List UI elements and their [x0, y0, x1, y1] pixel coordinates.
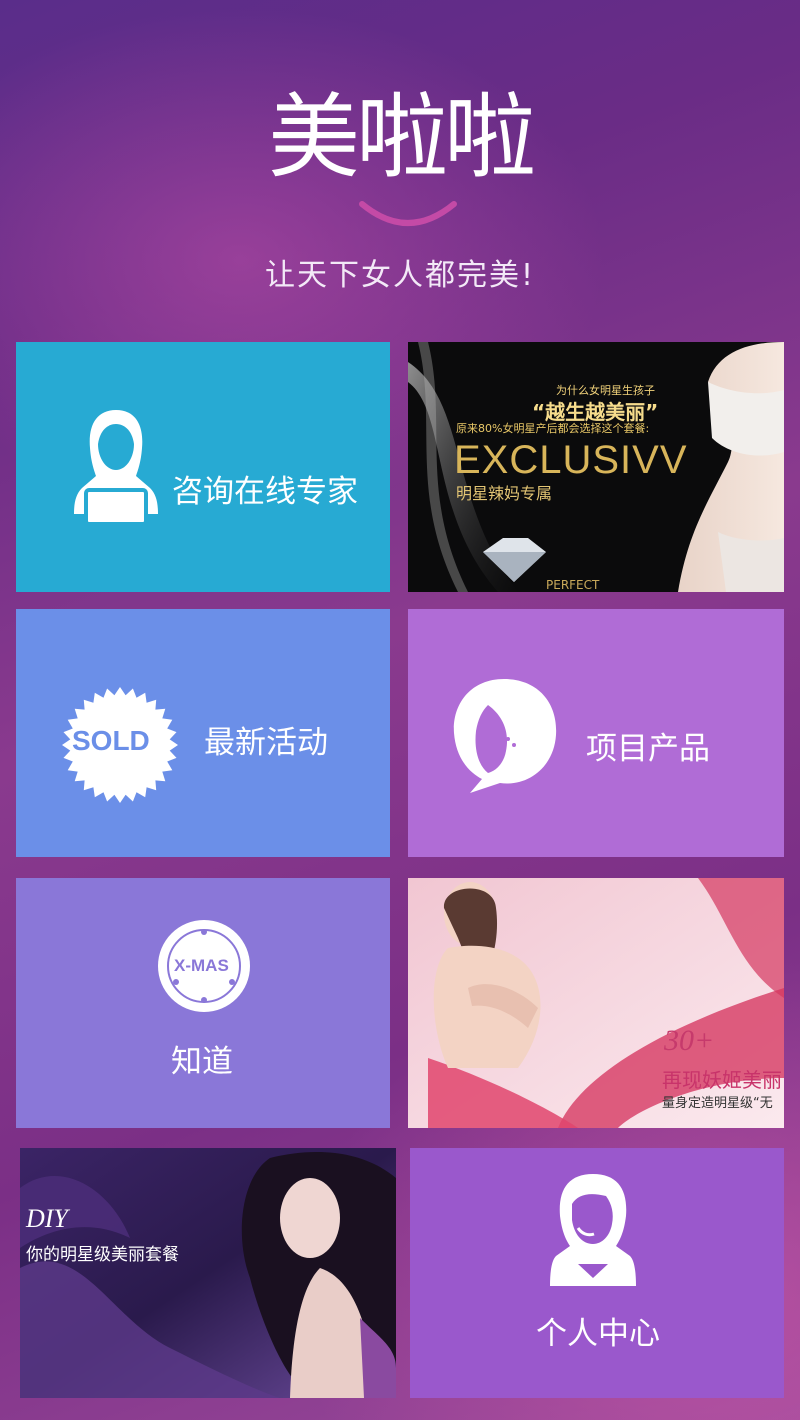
personal-center-tile[interactable]: 个人中心 [410, 1148, 784, 1398]
banner-tagline: 明星辣妈专属 [456, 484, 553, 503]
knowledge-label: 知道 [171, 1044, 233, 1080]
consult-expert-label: 咨询在线专家 [172, 474, 358, 510]
latest-activity-label: 最新活动 [204, 725, 328, 761]
products-tile[interactable]: 项目产品 [408, 609, 784, 857]
banner-30plus-headline: 30+ [664, 1024, 715, 1057]
xmas-badge-text: X-MAS [174, 956, 229, 975]
banner-diy-subtitle: 你的明星级美丽套餐 [26, 1245, 179, 1265]
smile-logo-icon [359, 201, 457, 226]
banner-30plus-title: 再现妖姬美丽 [662, 1068, 782, 1092]
knowledge-tile[interactable]: X-MAS 知道 [16, 878, 390, 1128]
app-logo: 美啦啦 [267, 84, 536, 191]
banner-diy-graphic [20, 1148, 396, 1398]
banner-sub-line: 原来80%女明星产后都会选择这个套餐: [456, 422, 650, 435]
personal-center-label: 个人中心 [536, 1316, 660, 1352]
banner-diy-headline: DIY [26, 1204, 68, 1233]
exclusive-banner[interactable]: 为什么女明星生孩子 “越生越美丽” 原来80%女明星产后都会选择这个套餐: EX… [408, 342, 784, 592]
products-label: 项目产品 [586, 731, 710, 767]
latest-activity-tile[interactable]: SOLD 最新活动 [16, 609, 390, 857]
consult-expert-tile[interactable]: 咨询在线专家 [16, 342, 390, 592]
diy-banner[interactable]: DIY 你的明星级美丽套餐 [20, 1148, 396, 1398]
slogan: 让天下女人都完美! [264, 258, 536, 293]
banner-brand: EXCLUSIVV [454, 438, 688, 482]
sold-badge-text: SOLD [72, 725, 150, 756]
woman-headset-icon [550, 1174, 636, 1286]
app-header: 美啦啦 让天下女人都完美! [0, 0, 800, 330]
expert-person-icon [74, 410, 158, 524]
banner-30plus-subtitle: 量身定造明星级“无 [662, 1096, 773, 1111]
woman-face-icon [453, 679, 557, 793]
banner-footer: PERFECT [546, 578, 600, 592]
thirty-plus-banner[interactable]: 30+ 再现妖姬美丽 量身定造明星级“无 [408, 878, 784, 1128]
